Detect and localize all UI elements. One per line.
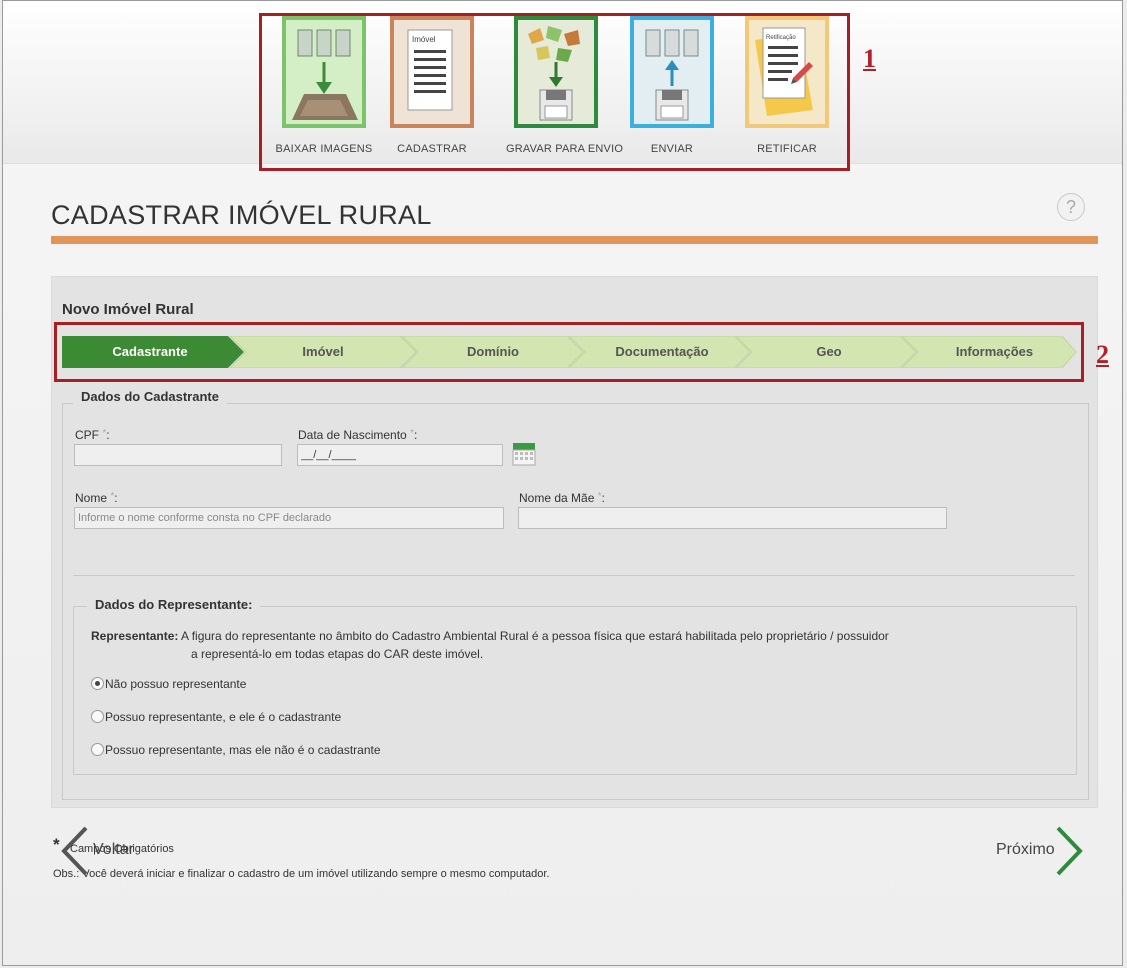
cpf-label: CPF *: <box>75 428 110 442</box>
cpf-input[interactable] <box>74 444 282 466</box>
representante-description-line2: a representá-lo em todas etapas do CAR d… <box>191 647 484 661</box>
calendar-icon[interactable] <box>512 440 536 466</box>
chevron-left-icon <box>61 826 88 876</box>
help-icon[interactable]: ? <box>1057 193 1085 221</box>
radio-representative-not-registrant[interactable]: Possuo representante, mas ele não é o ca… <box>91 742 381 758</box>
birth-date-label: Data de Nascimento *: <box>298 428 418 442</box>
required-asterisk: * <box>53 835 60 854</box>
page-title: CADASTRAR IMÓVEL RURAL <box>51 200 432 230</box>
callout-marker-1: 1 <box>863 44 876 73</box>
name-input[interactable] <box>74 507 504 529</box>
divider <box>73 575 1075 576</box>
highlight-box-tabs <box>54 322 1084 382</box>
representante-description: Representante: A figura do representante… <box>91 629 889 643</box>
next-button[interactable]: Próximo <box>990 821 1090 881</box>
mother-name-label: Nome da Mãe *: <box>519 491 605 505</box>
radio-unchecked-icon[interactable] <box>91 710 104 724</box>
callout-marker-2: 2 <box>1096 340 1109 369</box>
radio-checked-icon[interactable] <box>91 677 104 691</box>
name-label: Nome *: <box>75 491 118 505</box>
mother-name-input[interactable] <box>518 507 947 529</box>
radio-unchecked-icon[interactable] <box>91 743 104 757</box>
chevron-right-icon <box>1056 826 1083 876</box>
radio-representative-is-registrant[interactable]: Possuo representante, e ele é o cadastra… <box>91 709 341 725</box>
title-underline <box>51 236 1098 244</box>
cadastrante-legend: Dados do Cadastrante <box>73 389 227 404</box>
representante-legend: Dados do Representante: <box>87 597 261 612</box>
radio-no-representative[interactable]: Não possuo representante <box>91 676 246 692</box>
back-button[interactable]: Voltar <box>60 821 180 881</box>
birth-date-input[interactable] <box>297 444 503 466</box>
highlight-box-workflow <box>259 13 850 171</box>
form-heading: Novo Imóvel Rural <box>62 301 194 318</box>
